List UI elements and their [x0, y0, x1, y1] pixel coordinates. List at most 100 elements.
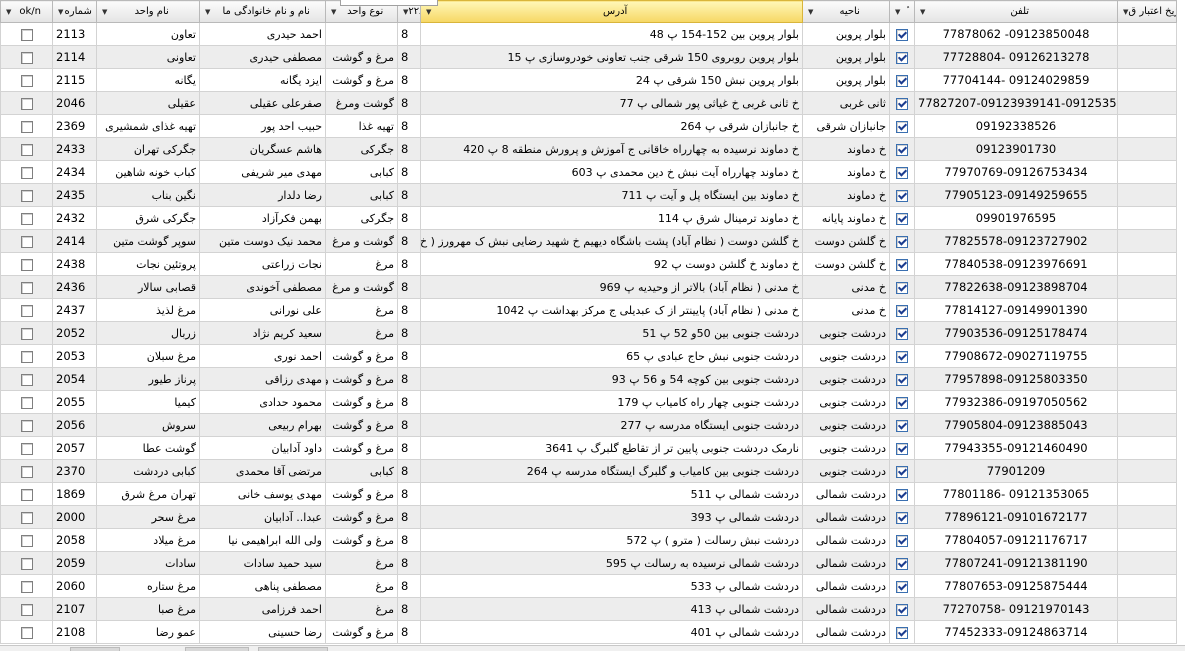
cell-credit_date[interactable] — [1117, 528, 1177, 552]
checked-checkbox[interactable] — [896, 143, 908, 156]
cell-address[interactable]: نارمک دردشت جنوبی پایین تر از تقاطع گلبر… — [420, 436, 803, 460]
unchecked-checkbox[interactable] — [20, 327, 33, 340]
unchecked-checkbox[interactable] — [20, 97, 33, 110]
cell-address[interactable]: دردشت جنوبی چهار راه کامیاب پ 179 — [420, 390, 803, 414]
cell-unit_name[interactable]: عمو رضا — [96, 620, 200, 644]
cell-address[interactable]: خ ثانی غربی خ غیاثی پور شمالی پ 77 — [420, 91, 803, 115]
checked-checkbox[interactable] — [896, 534, 908, 547]
checked-checkbox[interactable] — [896, 235, 908, 248]
cell-count[interactable]: 2000 — [52, 505, 97, 529]
cell-unit_name[interactable]: عقیلی — [96, 91, 200, 115]
cell-address[interactable]: بلوار پروین روبروی 150 شرقی جنب تعاونی خ… — [420, 45, 803, 69]
checked-checkbox[interactable] — [896, 327, 908, 340]
checked-checkbox[interactable] — [896, 396, 908, 409]
cell-address[interactable]: دردشت شمالی پ 401 — [420, 620, 803, 644]
cell-count[interactable]: 2107 — [52, 597, 97, 621]
cell-num[interactable]: 8 — [397, 114, 421, 138]
unchecked-checkbox[interactable] — [20, 442, 33, 455]
scroll-segment[interactable] — [258, 647, 328, 651]
cell-count[interactable]: 2053 — [52, 344, 97, 368]
cell-address[interactable]: خ گلشن دوست ( نظام آباد) پشت باشگاه دیهی… — [420, 229, 803, 253]
cell-address[interactable]: دردشت شمالی پ 413 — [420, 597, 803, 621]
cell-count[interactable]: 2414 — [52, 229, 97, 253]
table-row[interactable]: 2438 پروتئین نجات نجات زراعتی مرغ 8 خ دماوند … — [0, 252, 1177, 276]
cell-count[interactable]: 1869 — [52, 482, 97, 506]
cell-district[interactable]: دردشت جنوبی — [802, 390, 890, 414]
cell-unit_type[interactable]: مرغ و گوشت — [325, 344, 398, 368]
cell-district[interactable]: خ دماوند — [802, 183, 890, 207]
cell-district[interactable]: دردشت شمالی — [802, 551, 890, 575]
cell-credit_date[interactable] — [1117, 275, 1177, 299]
cell-unit_type[interactable]: مرغ و گوشت — [325, 482, 398, 506]
cell-address[interactable]: دردشت جنوبی نبش حاج عبادی پ 65 — [420, 344, 803, 368]
cell-count[interactable]: 2369 — [52, 114, 97, 138]
checked-checkbox[interactable] — [896, 373, 908, 386]
cell-num[interactable]: 8 — [397, 91, 421, 115]
cell-address[interactable]: دردشت شمالی نرسیده به رسالت پ 595 — [420, 551, 803, 575]
checked-checkbox[interactable] — [896, 304, 908, 317]
cell-num[interactable]: 8 — [397, 137, 421, 161]
cell-district[interactable]: دردشت جنوبی — [802, 344, 890, 368]
cell-count[interactable]: 2058 — [52, 528, 97, 552]
unchecked-checkbox[interactable] — [20, 166, 33, 179]
cell-count[interactable]: 2052 — [52, 321, 97, 345]
unchecked-checkbox[interactable] — [20, 258, 33, 271]
cell-phone[interactable]: 77270758- 09121970143 — [914, 597, 1118, 621]
table-row[interactable]: 2433 جگرکی تهران هاشم عسگریان جگرکی 8 خ دماون… — [0, 137, 1177, 161]
cell-unit_name[interactable]: جگرکی شرق — [96, 206, 200, 230]
unchecked-checkbox[interactable] — [20, 396, 33, 409]
cell-owner[interactable]: بهرام ربیعی — [199, 413, 326, 437]
cell-unit_type[interactable]: مرغ — [325, 551, 398, 575]
cell-num[interactable]: 8 — [397, 45, 421, 69]
unchecked-checkbox[interactable] — [20, 28, 33, 41]
unchecked-checkbox[interactable] — [20, 511, 33, 524]
cell-district[interactable]: دردشت شمالی — [802, 505, 890, 529]
unchecked-checkbox[interactable] — [20, 580, 33, 593]
cell-count[interactable]: 2054 — [52, 367, 97, 391]
cell-owner[interactable]: صفرعلی عقیلی — [199, 91, 326, 115]
cell-num[interactable]: 8 — [397, 22, 421, 46]
checked-checkbox[interactable] — [896, 511, 908, 524]
cell-unit_type[interactable]: مرغ و گوشت — [325, 45, 398, 69]
horizontal-scrollbar[interactable] — [0, 645, 1185, 651]
cell-address[interactable]: دردشت شمالی پ 533 — [420, 574, 803, 598]
unchecked-checkbox[interactable] — [20, 465, 33, 478]
cell-district[interactable]: دردشت شمالی — [802, 597, 890, 621]
cell-district[interactable]: دردشت جنوبی — [802, 436, 890, 460]
cell-address[interactable]: دردشت جنوبی بین 50و 52 پ 51 — [420, 321, 803, 345]
cell-unit_name[interactable]: جگرکی تهران — [96, 137, 200, 161]
cell-credit_date[interactable] — [1117, 160, 1177, 184]
cell-credit_date[interactable] — [1117, 68, 1177, 92]
cell-unit_type[interactable]: مرغ و گوشت — [325, 390, 398, 414]
cell-address[interactable]: بلوار پروین بین 152-154 پ 48 — [420, 22, 803, 46]
unchecked-checkbox[interactable] — [20, 488, 33, 501]
cell-num[interactable]: 8 — [397, 344, 421, 368]
cell-unit_type[interactable]: گوشت و مرغ — [325, 275, 398, 299]
cell-credit_date[interactable] — [1117, 298, 1177, 322]
cell-phone[interactable]: 77903536-09125178474 — [914, 321, 1118, 345]
cell-unit_type[interactable]: مرغ — [325, 321, 398, 345]
cell-address[interactable]: خ دماوند ترمینال شرق پ 114 — [420, 206, 803, 230]
checked-checkbox[interactable] — [896, 189, 908, 202]
cell-num[interactable]: 8 — [397, 436, 421, 460]
table-row[interactable]: 2434 کباب خونه شاهین مهدی میر شریفی کبابی 8 خ… — [0, 160, 1177, 184]
checked-checkbox[interactable] — [896, 120, 908, 133]
cell-count[interactable]: 2370 — [52, 459, 97, 483]
cell-owner[interactable]: محمود حدادی — [199, 390, 326, 414]
unchecked-checkbox[interactable] — [20, 557, 33, 570]
cell-owner[interactable]: احمد حیدری — [199, 22, 326, 46]
cell-district[interactable]: دردشت جنوبی — [802, 413, 890, 437]
cell-count[interactable]: 2432 — [52, 206, 97, 230]
cell-address[interactable]: دردشت نبش رسالت ( مترو ) پ 572 — [420, 528, 803, 552]
column-header-district[interactable]: ▼ ناحیه — [802, 0, 890, 23]
cell-owner[interactable]: علی نورانی — [199, 298, 326, 322]
cell-num[interactable]: 8 — [397, 459, 421, 483]
cell-unit_type[interactable]: جگرکی — [325, 206, 398, 230]
cell-num[interactable]: 8 — [397, 275, 421, 299]
column-header-unit_name[interactable]: ▼ نام واحد — [96, 0, 200, 23]
cell-credit_date[interactable] — [1117, 252, 1177, 276]
cell-district[interactable]: دردشت جنوبی — [802, 321, 890, 345]
cell-address[interactable]: دردشت شمالی پ 511 — [420, 482, 803, 506]
cell-owner[interactable]: مصطفی آخوندی — [199, 275, 326, 299]
table-row[interactable]: 2370 کبابی دردشت مرتضی آقا محمدی کبابی 8 دردش… — [0, 459, 1177, 483]
